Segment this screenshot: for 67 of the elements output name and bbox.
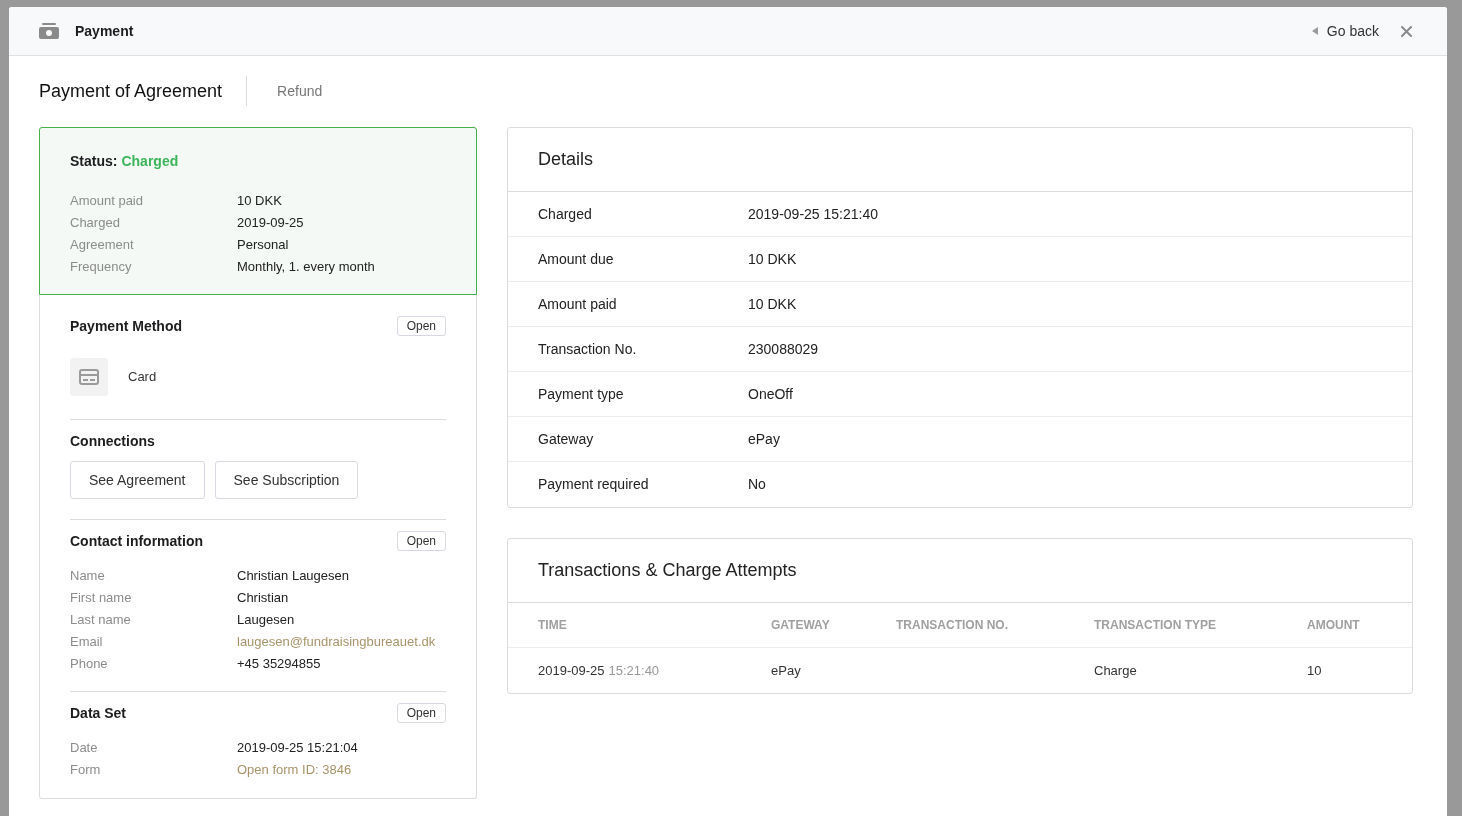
field-label: Amount paid: [70, 192, 143, 211]
connection-button[interactable]: See Agreement: [70, 461, 205, 499]
field-value: Christian: [237, 589, 289, 608]
field-value: Personal: [237, 236, 289, 255]
page-title: Payment of Agreement: [39, 79, 223, 103]
field-value: Laugesen: [237, 611, 295, 630]
field-value: 2019-09-25 15:21:04: [237, 739, 358, 758]
go-back-link[interactable]: Go back: [1311, 20, 1379, 42]
table-cell-text: 10: [1307, 661, 1322, 680]
detail-value: 10 DKK: [748, 294, 797, 314]
table-cell-time: 15:21:40: [608, 661, 660, 680]
detail-value: 2019-09-25 15:21:40: [748, 204, 878, 224]
table-cell-text: Charge: [1094, 661, 1137, 680]
column-header: GATEWAY: [771, 617, 830, 634]
field-label: Phone: [70, 655, 108, 674]
status-value: Charged: [121, 151, 179, 171]
detail-label: Charged: [538, 204, 592, 224]
section-title: Payment Method: [70, 316, 182, 336]
field-value: 2019-09-25: [237, 214, 304, 233]
close-icon: [1400, 25, 1412, 37]
open-button[interactable]: Open: [396, 531, 446, 551]
field-value: Monthly, 1. every month: [237, 258, 375, 277]
detail-label: Transaction No.: [538, 339, 637, 359]
open-button[interactable]: Open: [396, 703, 446, 723]
card-title: Details: [538, 148, 594, 171]
field-label: Charged: [70, 214, 120, 233]
caret-left-icon: [1311, 27, 1318, 35]
detail-value: No: [748, 475, 766, 494]
field-label: Frequency: [70, 258, 132, 277]
detail-value: ePay: [748, 429, 780, 449]
card-title: Transactions & Charge Attempts: [538, 559, 797, 582]
table-cell-date: 2019-09-25: [538, 661, 605, 680]
section-title: Data Set: [70, 703, 127, 723]
close-button[interactable]: [1400, 25, 1412, 37]
column-header: AMOUNT: [1307, 617, 1360, 634]
detail-label: Payment required: [538, 475, 649, 494]
section-title: Contact information: [70, 531, 203, 551]
refund-link[interactable]: Refund: [277, 80, 323, 102]
cash-icon: [39, 23, 59, 39]
detail-label: Amount paid: [538, 294, 617, 314]
column-header: TIME: [538, 617, 567, 634]
column-header: TRANSACTION NO.: [896, 617, 1008, 634]
detail-label: Gateway: [538, 429, 594, 449]
detail-value: 10 DKK: [748, 249, 797, 269]
detail-label: Amount due: [538, 249, 614, 269]
field-value: Christian Laugesen: [237, 567, 350, 586]
field-label: Email: [70, 633, 103, 652]
status-label: Status:: [70, 151, 118, 171]
detail-value: OneOff: [748, 384, 793, 404]
field-label: Form: [70, 761, 101, 780]
detail-value: 230088029: [748, 339, 819, 359]
field-label: Last name: [70, 611, 131, 630]
field-label: First name: [70, 589, 132, 608]
field-value: 10 DKK: [237, 192, 282, 211]
detail-label: Payment type: [538, 384, 624, 404]
open-button[interactable]: Open: [396, 316, 446, 336]
field-label: Date: [70, 739, 98, 758]
field-label: Agreement: [70, 236, 134, 255]
table-cell-text: ePay: [771, 661, 801, 680]
window-title: Payment: [75, 21, 134, 41]
section-title: Connections: [70, 431, 155, 451]
payment-method-value: Card: [128, 368, 157, 387]
field-label: Name: [70, 567, 105, 586]
connection-button[interactable]: See Subscription: [214, 461, 359, 499]
field-value: +45 35294855: [237, 655, 321, 674]
column-header: TRANSACTION TYPE: [1094, 617, 1216, 634]
card-icon: [70, 358, 108, 396]
